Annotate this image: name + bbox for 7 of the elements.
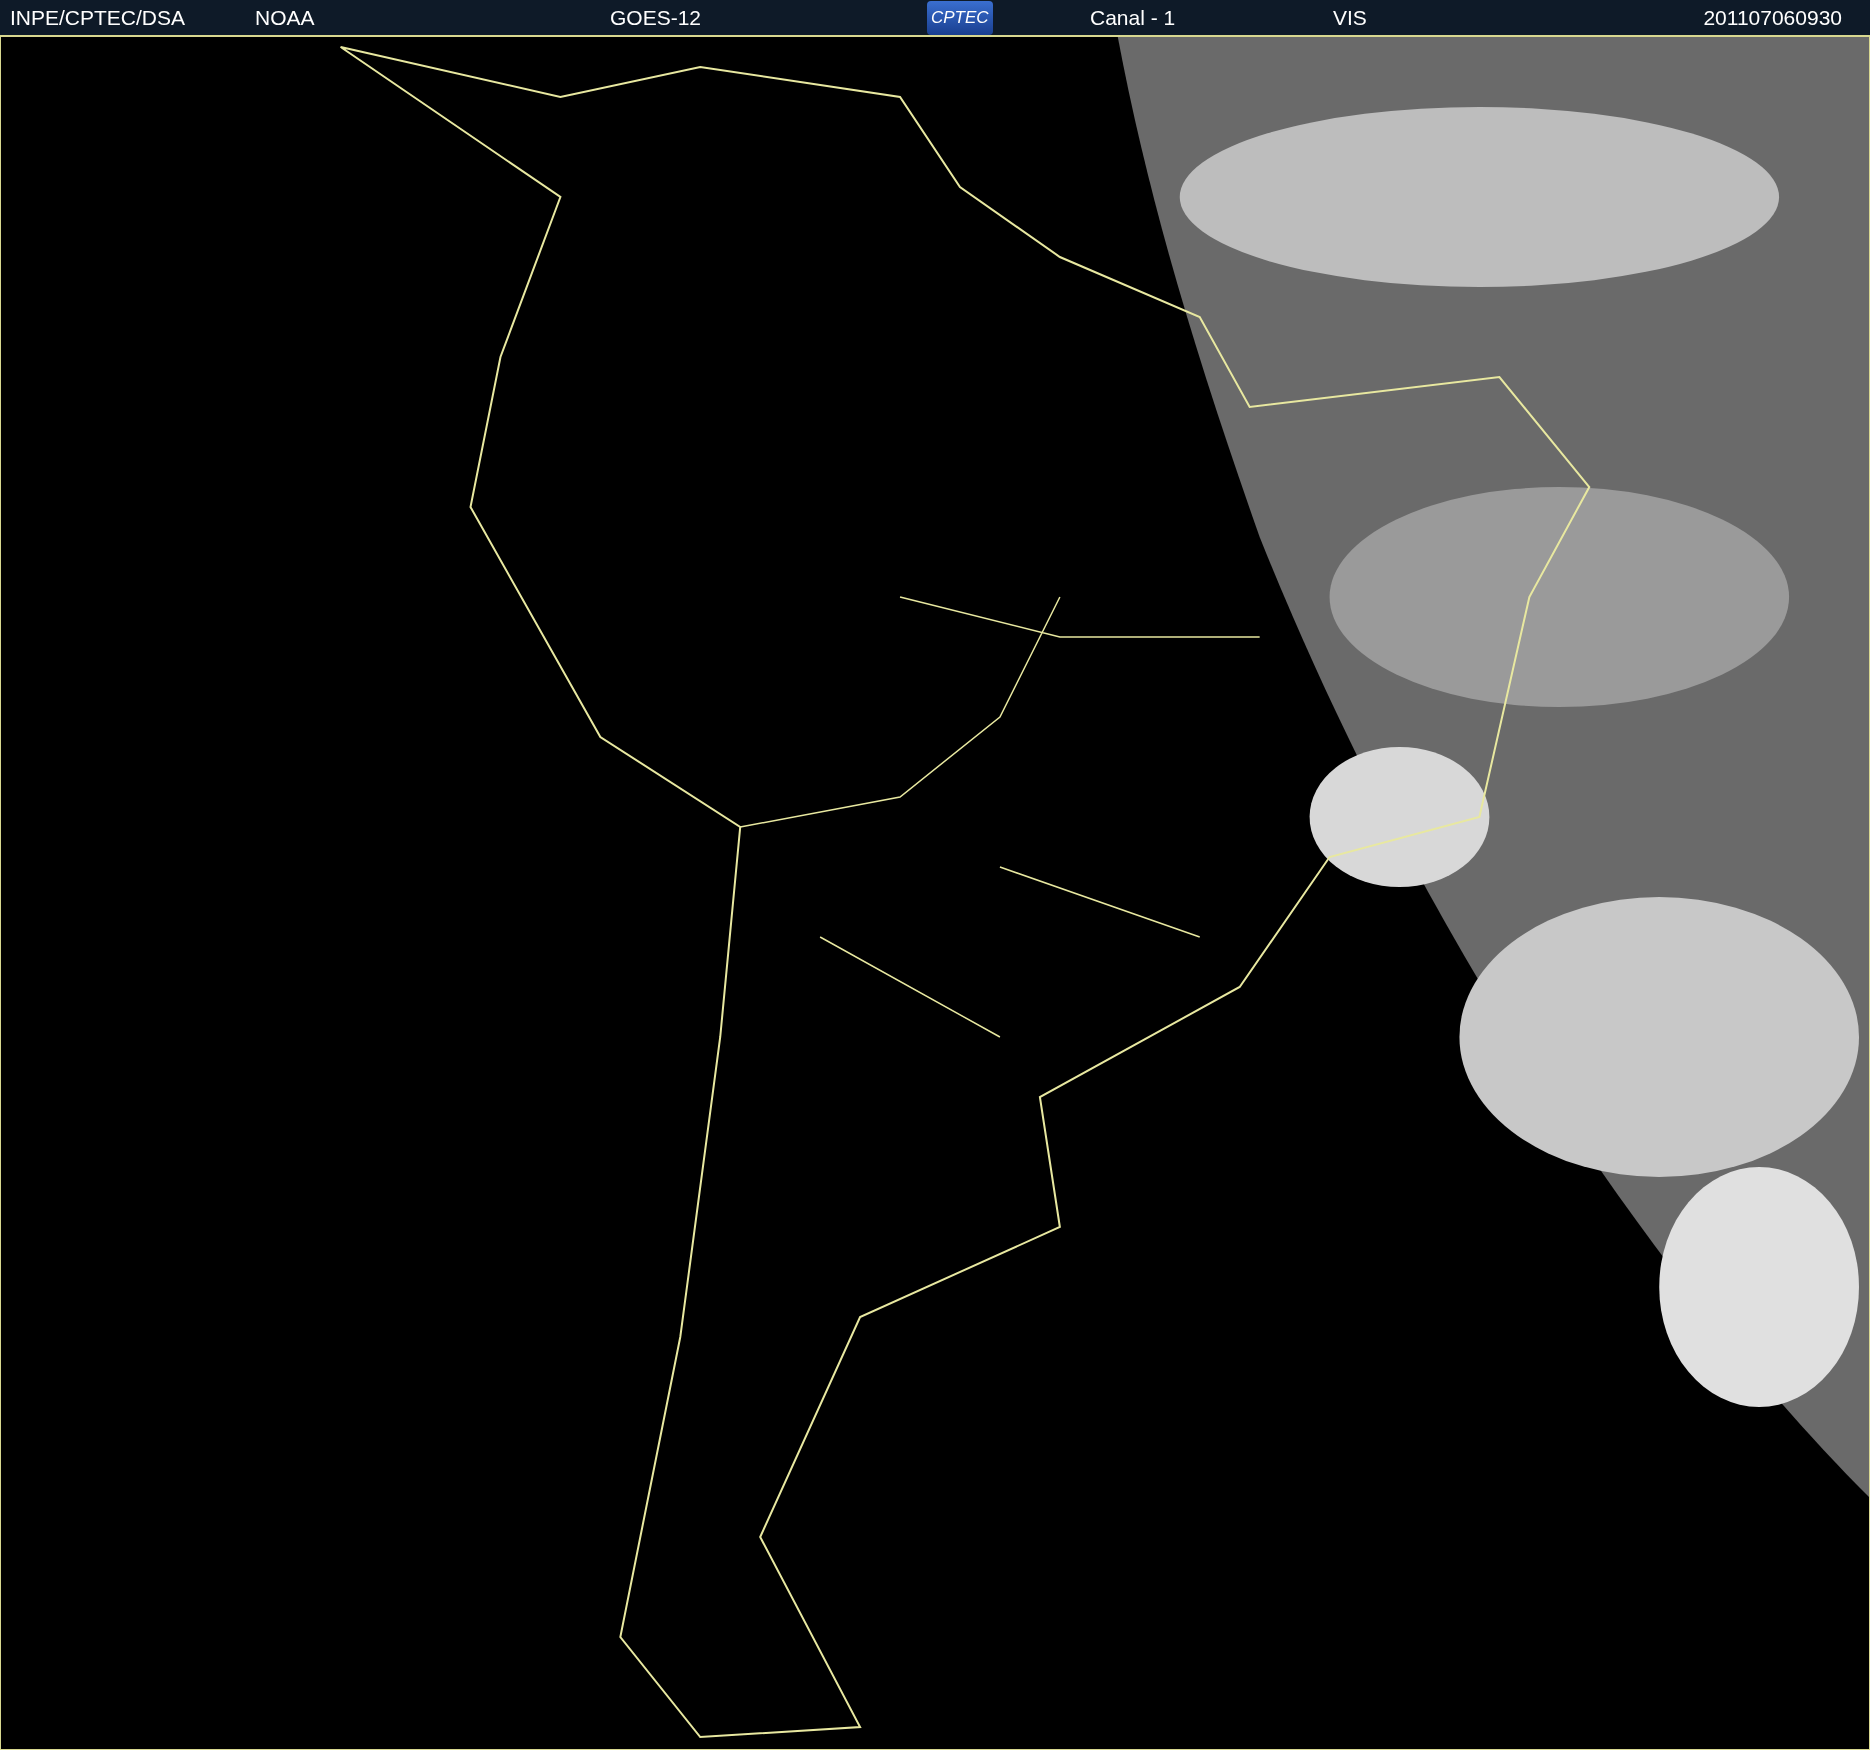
header-label: INPE/CPTEC/DSA [10, 4, 186, 31]
header-label: VIS [1333, 4, 1367, 31]
logo: CPTEC [927, 0, 993, 35]
header-label: NOAA [255, 4, 315, 31]
header-label: 201107060930 [1703, 4, 1842, 31]
header-label: Canal - 1 [1090, 4, 1176, 31]
header-label: GOES-12 [610, 4, 702, 31]
